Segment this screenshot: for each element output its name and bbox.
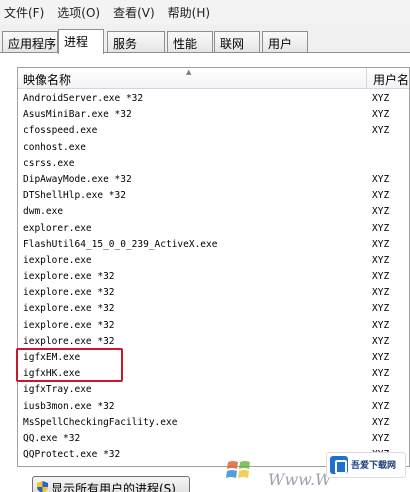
process-user-name: XYZ <box>372 416 390 428</box>
process-image-name: csrss.exe <box>23 157 75 169</box>
process-image-name: iexplore.exe *32 <box>23 271 115 283</box>
process-image-name: explorer.exe <box>23 222 92 234</box>
watermark-logo: 吾爱下载网 <box>326 452 406 478</box>
process-image-name: dwm.exe <box>23 206 64 218</box>
tab-applications[interactable]: 应用程序 <box>2 31 58 53</box>
windows-logo-icon <box>226 461 250 478</box>
process-user-name: XYZ <box>372 93 390 104</box>
process-user-name: XYZ <box>372 254 390 266</box>
process-user-name: XYZ <box>372 271 390 283</box>
process-row[interactable]: AndroidServer.exe *32 XYZ <box>18 91 409 107</box>
process-row[interactable]: QQ.exe *32 XYZ <box>18 431 409 447</box>
process-image-name: conhost.exe <box>23 141 86 153</box>
process-rows: AndroidServer.exe *32 XYZ AsusMiniBar.exe … <box>18 91 409 463</box>
process-user-name: XYZ <box>372 384 390 396</box>
process-image-name: MsSpellCheckingFacility.exe <box>23 416 178 428</box>
process-image-name: DipAwayMode.exe *32 <box>23 173 132 185</box>
tab-networking[interactable]: 联网 <box>214 31 260 53</box>
processes-panel: 映像名称 ▲ 用户名 AndroidServer.exe *32 XYZ AsusM… <box>0 53 410 492</box>
process-image-name: iusb3mon.exe *32 <box>23 400 115 412</box>
process-image-name: iexplore.exe *32 <box>23 303 115 315</box>
process-row[interactable]: AsusMiniBar.exe *32 XYZ <box>18 107 409 123</box>
show-all-users-label: 显示所有用户的进程(S) <box>51 482 176 492</box>
process-image-name: QQProtect.exe *32 <box>23 449 121 461</box>
menu-view[interactable]: 查看(V) <box>109 4 164 21</box>
process-row[interactable]: conhost.exe <box>18 140 409 156</box>
process-row[interactable]: iexplore.exe XYZ <box>18 253 409 269</box>
process-user-name: XYZ <box>372 125 390 137</box>
process-user-name: XYZ <box>372 368 390 380</box>
process-user-name: XYZ <box>372 335 390 347</box>
process-image-name: DTShellHlp.exe *32 <box>23 190 126 202</box>
process-row[interactable]: iusb3mon.exe *32 XYZ <box>18 399 409 415</box>
tab-strip: 应用程序 进程 服务 性能 联网 用户 <box>0 29 410 54</box>
tab-users[interactable]: 用户 <box>262 31 308 53</box>
process-user-name: XYZ <box>372 352 390 363</box>
process-user-name: XYZ <box>372 238 390 250</box>
process-row[interactable]: csrss.exe <box>18 156 409 172</box>
process-image-name: AsusMiniBar.exe *32 <box>23 109 132 121</box>
process-image-name: AndroidServer.exe *32 <box>23 93 144 104</box>
process-user-name: XYZ <box>372 319 390 331</box>
process-row[interactable]: FlashUtil64_15_0_0_239_ActiveX.exe XYZ <box>18 237 409 253</box>
process-row[interactable]: DipAwayMode.exe *32 XYZ <box>18 172 409 188</box>
show-all-users-button[interactable]: 显示所有用户的进程(S) <box>32 476 190 492</box>
tab-processes[interactable]: 进程 <box>58 29 104 54</box>
process-row[interactable]: iexplore.exe *32 XYZ <box>18 318 409 334</box>
process-image-name: igfxTray.exe <box>23 384 92 396</box>
process-user-name: XYZ <box>372 222 390 234</box>
list-header: 映像名称 ▲ 用户名 <box>18 68 409 89</box>
process-list[interactable]: 映像名称 ▲ 用户名 AndroidServer.exe *32 XYZ AsusM… <box>17 67 410 467</box>
column-header-image-name-label: 映像名称 <box>23 73 72 87</box>
column-header-user-name[interactable]: 用户名 <box>368 68 409 89</box>
process-image-name: cfosspeed.exe <box>23 125 98 137</box>
process-user-name: XYZ <box>372 287 390 299</box>
tab-performance[interactable]: 性能 <box>167 31 213 53</box>
process-user-name: XYZ <box>372 206 390 218</box>
process-row[interactable]: explorer.exe XYZ <box>18 221 409 237</box>
highlight-annotation <box>16 348 123 382</box>
process-image-name: iexplore.exe *32 <box>23 319 115 331</box>
menu-bar: 文件(F) 选项(O) 查看(V) 帮助(H) <box>0 0 410 24</box>
watermark-text: Www.W <box>268 470 332 489</box>
process-row[interactable]: iexplore.exe *32 XYZ <box>18 285 409 301</box>
process-user-name: XYZ <box>372 109 390 121</box>
process-user-name: XYZ <box>372 432 390 444</box>
process-row[interactable]: iexplore.exe *32 XYZ <box>18 269 409 285</box>
process-user-name: XYZ <box>372 303 390 315</box>
process-row[interactable]: iexplore.exe *32 XYZ <box>18 301 409 317</box>
menu-file[interactable]: 文件(F) <box>0 4 53 21</box>
process-row[interactable]: cfosspeed.exe XYZ <box>18 123 409 139</box>
process-user-name: XYZ <box>372 400 390 412</box>
uac-shield-icon <box>37 481 48 492</box>
process-row[interactable]: MsSpellCheckingFacility.exe XYZ <box>18 415 409 431</box>
watermark-logo-text: 吾爱下载网 <box>351 461 397 471</box>
tab-services[interactable]: 服务 <box>107 31 165 53</box>
process-image-name: QQ.exe *32 <box>23 432 81 444</box>
process-row[interactable]: igfxTray.exe XYZ <box>18 382 409 398</box>
process-image-name: FlashUtil64_15_0_0_239_ActiveX.exe <box>23 238 218 250</box>
process-user-name: XYZ <box>372 173 390 185</box>
site-logo-icon <box>330 456 348 474</box>
process-row[interactable]: dwm.exe XYZ <box>18 204 409 220</box>
process-image-name: iexplore.exe <box>23 254 92 266</box>
menu-options[interactable]: 选项(O) <box>53 4 109 21</box>
process-row[interactable]: DTShellHlp.exe *32 XYZ <box>18 188 409 204</box>
sort-up-icon: ▲ <box>186 68 192 76</box>
column-header-image-name[interactable]: 映像名称 ▲ <box>18 68 367 89</box>
process-user-name: XYZ <box>372 190 390 202</box>
process-image-name: iexplore.exe *32 <box>23 287 115 299</box>
menu-help[interactable]: 帮助(H) <box>164 4 219 21</box>
